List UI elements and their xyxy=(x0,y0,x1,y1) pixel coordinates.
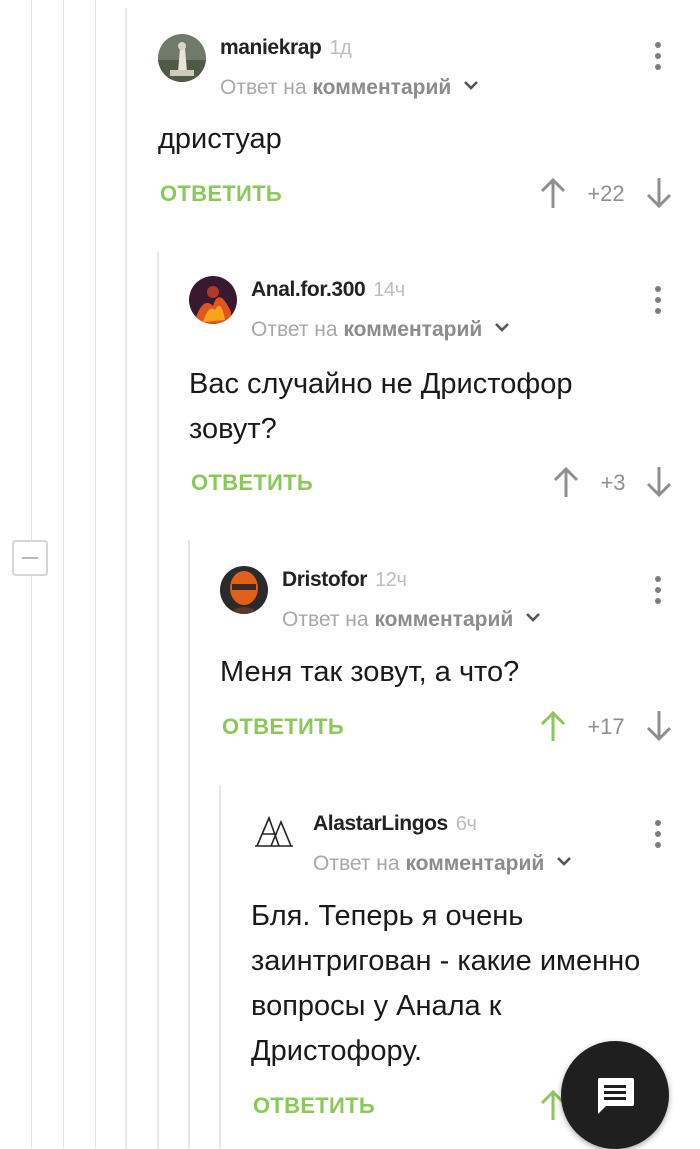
arrow-down-icon xyxy=(646,467,672,498)
reply-to-link[interactable]: Ответ на комментарий xyxy=(282,608,541,632)
comment-author[interactable]: Dristofor 12ч xyxy=(282,568,407,592)
author-name[interactable]: AlastarLingos xyxy=(313,812,448,835)
reply-to-prefix: Ответ на xyxy=(313,852,400,875)
collapse-thread-button[interactable] xyxy=(12,540,48,576)
avatar[interactable] xyxy=(220,566,268,614)
chevron-down-icon[interactable] xyxy=(463,80,479,91)
comment-text: Меня так зовут, а что? xyxy=(220,656,520,688)
downvote-button[interactable] xyxy=(646,465,672,499)
thread-line xyxy=(95,0,96,1148)
comment-text: дристуар xyxy=(158,123,282,155)
reply-button[interactable]: ОТВЕТИТЬ xyxy=(160,181,282,207)
reply-button[interactable]: ОТВЕТИТЬ xyxy=(222,714,344,740)
arrow-down-icon xyxy=(646,178,672,209)
comment: Dristofor 12ч Ответ на комментарий Меня т… xyxy=(220,566,680,756)
reply-to-link[interactable]: Ответ на комментарий xyxy=(313,852,572,876)
comment-time: 6ч xyxy=(455,813,477,835)
reply-button[interactable]: ОТВЕТИТЬ xyxy=(253,1093,375,1119)
more-options-icon[interactable] xyxy=(653,42,663,74)
arrow-up-icon xyxy=(540,177,566,208)
comment-bubble-icon xyxy=(598,1078,634,1114)
reply-to-target[interactable]: комментарий xyxy=(343,318,482,341)
comment-time: 12ч xyxy=(375,569,407,591)
avatar[interactable] xyxy=(189,276,237,324)
comment-author[interactable]: AlastarLingos 6ч xyxy=(313,812,477,836)
upvote-button[interactable] xyxy=(553,465,579,499)
reply-to-prefix: Ответ на xyxy=(220,76,307,99)
more-options-icon[interactable] xyxy=(653,286,663,318)
comment: maniekrap 1д Ответ на комментарий дристуа… xyxy=(158,34,678,224)
author-name[interactable]: Dristofor xyxy=(282,568,367,591)
chevron-down-icon[interactable] xyxy=(556,856,572,867)
thread-indent-line xyxy=(219,785,221,1148)
reply-to-target[interactable]: комментарий xyxy=(374,608,513,631)
reply-button[interactable]: ОТВЕТИТЬ xyxy=(191,470,313,496)
rating: +22 xyxy=(587,181,625,206)
avatar[interactable] xyxy=(251,810,299,858)
arrow-up-icon xyxy=(540,710,566,741)
upvote-button[interactable] xyxy=(540,709,566,743)
thread-indent-line xyxy=(125,8,127,1148)
arrow-up-icon xyxy=(553,466,579,497)
upvote-button[interactable] xyxy=(540,176,566,210)
reply-to-prefix: Ответ на xyxy=(282,608,369,631)
downvote-button[interactable] xyxy=(646,176,672,210)
rating: +3 xyxy=(600,470,626,495)
downvote-button[interactable] xyxy=(646,709,672,743)
avatar[interactable] xyxy=(158,34,206,82)
reply-to-target[interactable]: комментарий xyxy=(312,76,451,99)
more-options-icon[interactable] xyxy=(653,576,663,608)
reply-to-prefix: Ответ на xyxy=(251,318,338,341)
more-options-icon[interactable] xyxy=(653,820,663,852)
chevron-down-icon[interactable] xyxy=(525,612,541,623)
author-name[interactable]: Anal.for.300 xyxy=(251,278,366,301)
comment-author[interactable]: maniekrap 1д xyxy=(220,36,352,60)
thread-line xyxy=(63,0,64,1148)
author-name[interactable]: maniekrap xyxy=(220,36,322,59)
rating: +17 xyxy=(587,714,625,739)
comment-time: 1д xyxy=(329,37,352,59)
comment: Anal.for.300 14ч Ответ на комментарий Вас… xyxy=(189,276,679,506)
comment-text: Вас случайно не Дристофор зовут? xyxy=(189,368,573,445)
reply-to-link[interactable]: Ответ на комментарий xyxy=(220,76,479,100)
reply-to-link[interactable]: Ответ на комментарий xyxy=(251,318,510,342)
comment-fab-button[interactable] xyxy=(561,1041,669,1149)
comment-author[interactable]: Anal.for.300 14ч xyxy=(251,278,405,302)
chevron-down-icon[interactable] xyxy=(494,322,510,333)
comment-time: 14ч xyxy=(373,279,405,301)
thread-indent-line xyxy=(188,540,190,1148)
arrow-down-icon xyxy=(646,711,672,742)
reply-to-target[interactable]: комментарий xyxy=(405,852,544,875)
thread-indent-line xyxy=(157,252,159,1148)
